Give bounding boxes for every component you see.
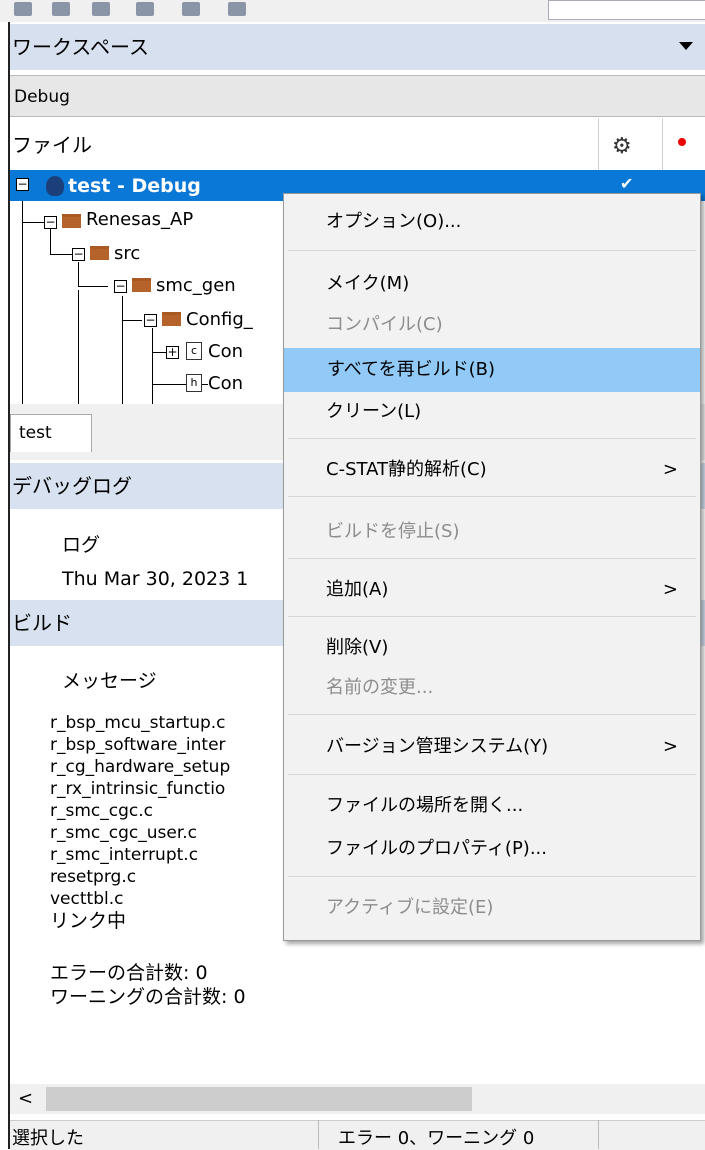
toolbar-search-box[interactable]	[548, 0, 705, 20]
tree-line	[50, 228, 51, 254]
menu-item-add[interactable]: 追加(A) >	[284, 570, 700, 610]
menu-item-open-file-location[interactable]: ファイルの場所を開く...	[284, 786, 700, 826]
menu-item-clean[interactable]: クリーン(L)	[284, 392, 700, 432]
menu-item-file-properties[interactable]: ファイルのプロパティ(P)...	[284, 829, 700, 869]
project-icon	[46, 176, 64, 196]
column-header-message[interactable]: メッセージ	[62, 666, 157, 693]
menu-item-stop-build[interactable]: ビルドを停止(S)	[284, 512, 700, 552]
build-message: r_smc_cgc.c	[50, 801, 153, 821]
menu-separator	[288, 774, 696, 775]
toolbar-icon[interactable]	[14, 2, 32, 16]
build-message: r_smc_interrupt.c	[50, 845, 199, 865]
tree-item-label[interactable]: src	[114, 242, 140, 266]
expand-icon[interactable]: +	[166, 346, 179, 359]
chevron-right-icon: >	[662, 459, 678, 480]
menu-item-rebuild-all[interactable]: すべてを再ビルド(B)	[284, 348, 700, 392]
menu-item-remove[interactable]: 削除(V)	[284, 628, 700, 668]
tree-line	[50, 254, 72, 255]
breakpoint-dot-icon	[678, 138, 686, 146]
menu-separator	[288, 438, 696, 439]
h-file-icon: h	[186, 374, 202, 392]
tree-line	[152, 328, 153, 404]
tree-line	[78, 290, 79, 404]
build-message: r_smc_cgc_user.c	[50, 823, 198, 843]
workspace-title: ワークスペース	[12, 35, 149, 59]
toolbar-icon[interactable]	[92, 2, 110, 16]
collapse-icon[interactable]: −	[72, 248, 85, 261]
folder-icon	[62, 214, 81, 228]
menu-separator	[288, 616, 696, 617]
tree-item-label[interactable]: smc_gen	[156, 274, 236, 298]
chevron-down-icon[interactable]	[679, 42, 693, 50]
c-file-icon: c	[186, 342, 202, 360]
project-label: test - Debug	[68, 175, 201, 197]
menu-item-compile[interactable]: コンパイル(C)	[284, 305, 700, 345]
debug-log-title: デバッグログ	[12, 474, 132, 498]
folder-icon	[132, 278, 151, 292]
gear-icon: ⚙	[612, 134, 632, 159]
build-message: resetprg.c	[50, 867, 137, 887]
tree-item-label[interactable]: Con	[208, 340, 243, 364]
collapse-icon[interactable]: −	[144, 314, 157, 327]
context-menu: オプション(O)... メイク(M) コンパイル(C) すべてを再ビルド(B) …	[283, 193, 701, 941]
build-message: r_cg_hardware_setup	[50, 757, 231, 777]
menu-item-make[interactable]: メイク(M)	[284, 264, 700, 304]
tab-test[interactable]: test	[10, 414, 92, 452]
tree-item-label[interactable]: Renesas_AP	[86, 208, 193, 232]
menu-item-cstat[interactable]: C-STAT静的解析(C) >	[284, 450, 700, 490]
log-entry: Thu Mar 30, 2023 1	[62, 568, 249, 590]
toolbar-icon[interactable]	[136, 2, 154, 16]
folder-icon	[162, 312, 181, 326]
chevron-right-icon: >	[662, 736, 678, 757]
status-selected: 選択した	[12, 1128, 84, 1149]
menu-separator	[288, 714, 696, 715]
build-message: リンク中	[50, 910, 127, 932]
configuration-selector[interactable]: Debug	[10, 75, 705, 117]
column-header-file[interactable]: ファイル	[10, 120, 92, 170]
status-separator	[598, 1120, 599, 1149]
tree-line	[78, 286, 108, 287]
toolbar-icon[interactable]	[182, 2, 200, 16]
tree-item-label[interactable]: Con	[208, 372, 243, 396]
tree-line	[152, 352, 166, 353]
menu-item-version-control[interactable]: バージョン管理システム(Y) >	[284, 727, 700, 767]
chevron-right-icon: >	[662, 579, 678, 600]
toolbar-icon[interactable]	[52, 2, 70, 16]
collapse-icon[interactable]: −	[114, 280, 127, 293]
tree-line	[122, 296, 123, 404]
error-count: エラーの合計数: 0	[50, 962, 208, 984]
scrollbar-thumb[interactable]	[46, 1087, 472, 1111]
build-message: vecttbl.c	[50, 889, 124, 909]
status-error-warning: エラー 0、ワーニング 0	[338, 1128, 535, 1149]
menu-separator	[288, 558, 696, 559]
menu-item-options[interactable]: オプション(O)...	[284, 202, 700, 242]
status-separator	[318, 1120, 319, 1149]
menu-separator	[288, 250, 696, 251]
checkmark-icon: ✔	[620, 174, 634, 193]
tree-line	[22, 222, 44, 223]
collapse-icon[interactable]: −	[44, 216, 57, 229]
collapse-icon[interactable]: −	[16, 178, 29, 191]
menu-separator	[288, 496, 696, 497]
build-message: r_bsp_software_inter	[50, 735, 226, 755]
workspace-pane-header: ワークスペース	[10, 24, 705, 70]
tree-line	[22, 201, 23, 404]
build-title: ビルド	[12, 611, 72, 635]
folder-icon	[90, 246, 109, 260]
column-header-log[interactable]: ログ	[62, 530, 100, 557]
toolbar-icon[interactable]	[228, 2, 246, 16]
build-message: r_rx_intrinsic_functio	[50, 779, 226, 799]
tree-line	[78, 262, 79, 286]
menu-item-set-active[interactable]: アクティブに設定(E)	[284, 888, 700, 928]
scroll-left-icon[interactable]: <	[18, 1088, 33, 1109]
tree-line	[122, 320, 142, 321]
menu-separator	[288, 876, 696, 877]
configuration-label: Debug	[14, 87, 70, 107]
menu-item-rename[interactable]: 名前の変更...	[284, 668, 700, 708]
build-message: r_bsp_mcu_startup.c	[50, 713, 226, 733]
tree-item-label[interactable]: Config_	[186, 308, 253, 332]
warning-count: ワーニングの合計数: 0	[50, 986, 246, 1008]
